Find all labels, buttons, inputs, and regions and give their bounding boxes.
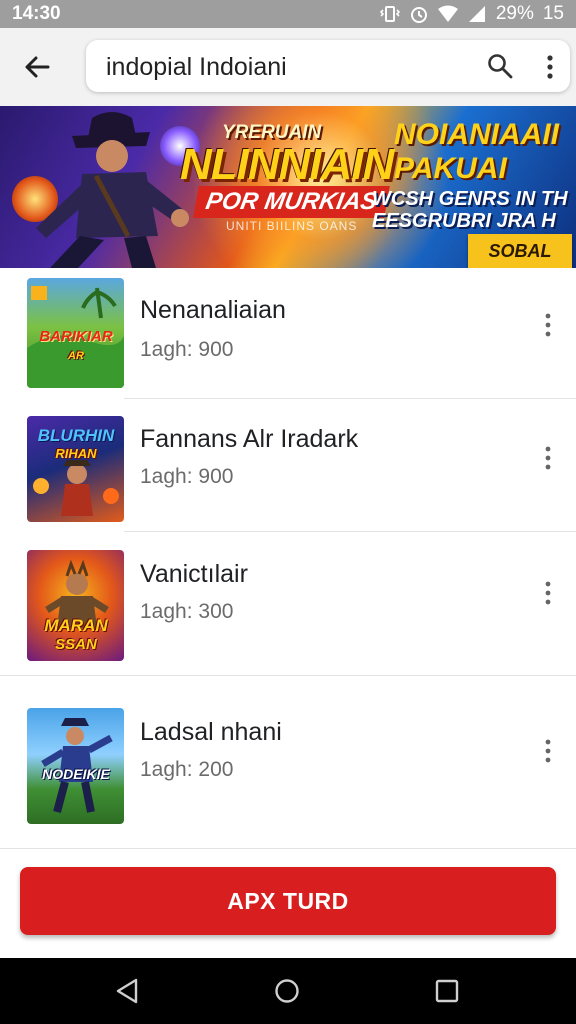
vibrate-icon (379, 6, 400, 22)
primary-action-button[interactable]: APX TURD (20, 867, 556, 935)
thumbnail-subtitle: SSAN (55, 636, 97, 653)
nav-back-icon (116, 978, 138, 1004)
thumbnail-subtitle: RIHAN (55, 446, 97, 461)
app-meta: 1agh: 900 (140, 465, 234, 488)
more-vert-icon (547, 55, 553, 79)
nav-recents-button[interactable] (430, 974, 464, 1008)
back-button[interactable] (18, 48, 56, 86)
banner-right-subtitle: WCSH GENRS IN TH EESGRUBRI JRA H (372, 188, 568, 232)
search-input[interactable]: indopial Indoiani (106, 53, 287, 82)
overflow-menu-button[interactable] (536, 52, 564, 82)
promo-banner[interactable]: YRERUAIN NLINNIAIN POR MURKIAS UNITI BII… (0, 106, 576, 268)
signal-icon (468, 6, 485, 22)
list-divider (0, 848, 576, 849)
app-name: Vanictılair (140, 560, 248, 588)
status-time: 14:30 (12, 3, 61, 24)
thumbnail-title: NODEIKIE (42, 766, 110, 782)
top-app-bar: indopial Indoiani (0, 28, 576, 106)
app-name: Fannans Alr Iradark (140, 425, 359, 453)
system-nav-bar (0, 958, 576, 1024)
search-button[interactable] (486, 52, 516, 82)
list-item[interactable]: BARIKIAR AR Nenanaliaian 1agh: 900 (0, 268, 576, 398)
list-item[interactable]: NODEIKIE Ladsal nhani 1agh: 200 (0, 676, 576, 848)
search-icon (488, 54, 513, 79)
thumbnail-title: BLURHIN (37, 426, 115, 445)
app-meta: 1agh: 300 (140, 600, 234, 623)
more-vert-icon (545, 581, 551, 605)
app-name: Nenanaliaian (140, 296, 286, 324)
banner-tagline: UNITI BIILINS OANS (226, 219, 358, 233)
item-menu-button[interactable] (538, 736, 558, 766)
more-vert-icon (545, 446, 551, 470)
thumbnail-title: BARIKIAR (39, 328, 113, 345)
nav-back-button[interactable] (110, 974, 144, 1008)
wifi-icon (437, 5, 458, 22)
status-right: 29% 15 (379, 3, 564, 25)
item-menu-button[interactable] (538, 443, 558, 473)
more-vert-icon (545, 739, 551, 763)
status-bar: 14:30 29% 15 (0, 0, 576, 28)
app-name: Ladsal nhani (140, 718, 282, 746)
app-thumbnail: NODEIKIE (27, 708, 124, 824)
app-meta: 1agh: 900 (140, 338, 234, 361)
banner-title: NLINNIAIN (180, 140, 394, 189)
nav-recents-icon (435, 979, 459, 1003)
app-thumbnail: BLURHIN RIHAN (27, 416, 124, 522)
list-item[interactable]: BLURHIN RIHAN Fannans Alr Iradark 1agh: … (0, 399, 576, 531)
nav-home-icon (275, 979, 299, 1003)
banner-cta-badge[interactable]: SOBAL (468, 234, 572, 268)
thumbnail-title: MARAN (44, 616, 108, 635)
banner-subtitle: POR MURKIAS (193, 186, 390, 218)
list-item[interactable]: MARAN SSAN Vanictılair 1agh: 300 (0, 532, 576, 675)
item-menu-button[interactable] (538, 578, 558, 608)
hero-character-illustration (36, 112, 189, 268)
arrow-left-icon (25, 56, 50, 78)
app-thumbnail: BARIKIAR AR (27, 278, 124, 388)
alarm-icon (410, 7, 427, 23)
search-box[interactable]: indopial Indoiani (86, 40, 570, 92)
banner-right-title: NOIANIAAII PAKUAI (394, 118, 559, 185)
battery-percent: 29% (495, 3, 534, 24)
app-thumbnail: MARAN SSAN (27, 550, 124, 661)
thumbnail-subtitle: AR (68, 350, 84, 362)
item-menu-button[interactable] (538, 310, 558, 340)
more-vert-icon (545, 313, 551, 337)
notification-count: 15 (542, 3, 564, 24)
nav-home-button[interactable] (270, 974, 304, 1008)
app-meta: 1agh: 200 (140, 758, 234, 781)
